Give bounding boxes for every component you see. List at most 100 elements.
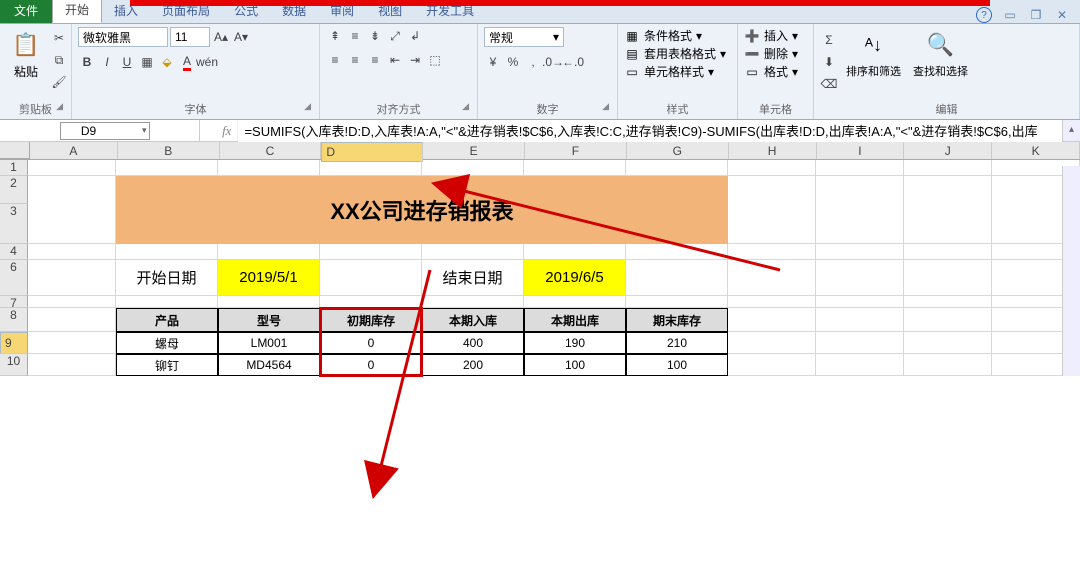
table-format-button[interactable]: ▤套用表格格式▾ — [624, 45, 726, 62]
orientation-icon[interactable]: ⤢ — [386, 27, 404, 45]
cut-icon[interactable]: ✂ — [50, 29, 68, 47]
align-middle-icon[interactable]: ≡ — [346, 27, 364, 45]
italic-button[interactable]: I — [98, 53, 116, 71]
start-date-label[interactable]: 开始日期 — [116, 260, 218, 296]
cell[interactable] — [28, 160, 116, 176]
dialog-launcher-icon[interactable]: ◢ — [56, 101, 63, 112]
window-close-icon[interactable]: ✕ — [1054, 7, 1070, 23]
fill-color-button[interactable]: ⬙ — [158, 53, 176, 71]
table-header[interactable]: 本期入库 — [422, 308, 524, 332]
font-color-button[interactable]: A — [178, 53, 196, 71]
minimize-ribbon-icon[interactable]: ▭ — [1002, 7, 1018, 23]
col-header[interactable]: J — [904, 142, 992, 159]
row-header[interactable]: 9 — [0, 332, 28, 354]
bold-button[interactable]: B — [78, 53, 96, 71]
tab-start[interactable]: 开始 — [52, 0, 102, 23]
tab-file[interactable]: 文件 — [0, 0, 52, 23]
col-header[interactable]: A — [30, 142, 118, 159]
font-name-select[interactable]: 微软雅黑 — [78, 27, 168, 47]
number-format-select[interactable]: 常规▾ — [484, 27, 564, 47]
align-top-icon[interactable]: ⇞ — [326, 27, 344, 45]
align-center-icon[interactable]: ≡ — [346, 51, 364, 69]
copy-icon[interactable]: ⧉ — [50, 51, 68, 69]
font-size-select[interactable]: 11 — [170, 27, 210, 47]
fx-icon[interactable]: fx — [222, 123, 231, 139]
col-header[interactable]: G — [627, 142, 729, 159]
comma-icon[interactable]: , — [524, 53, 542, 71]
inc-decimal-icon[interactable]: .0→ — [544, 53, 562, 71]
dialog-launcher-icon[interactable]: ◢ — [462, 101, 469, 112]
end-date-value[interactable]: 2019/6/5 — [524, 260, 626, 296]
table-cell[interactable]: 0 — [320, 354, 422, 376]
vertical-scrollbar[interactable] — [1062, 166, 1080, 376]
underline-button[interactable]: U — [118, 53, 136, 71]
find-select-button[interactable]: 🔍 查找和选择 — [909, 27, 972, 81]
col-header[interactable]: H — [729, 142, 817, 159]
row-header[interactable]: 1 — [0, 160, 28, 176]
row-header[interactable]: 7 — [0, 296, 28, 308]
dialog-launcher-icon[interactable]: ◢ — [304, 101, 311, 112]
table-cell[interactable]: 190 — [524, 332, 626, 354]
merge-icon[interactable]: ⬚ — [426, 51, 444, 69]
table-cell[interactable]: 100 — [626, 354, 728, 376]
dialog-launcher-icon[interactable]: ◢ — [602, 101, 609, 112]
row-header[interactable]: 3 — [0, 204, 28, 244]
align-right-icon[interactable]: ≡ — [366, 51, 384, 69]
currency-icon[interactable]: ¥ — [484, 53, 502, 71]
border-button[interactable]: ▦ — [138, 53, 156, 71]
cell-style-button[interactable]: ▭单元格样式▾ — [624, 63, 726, 80]
col-header[interactable]: D — [321, 142, 423, 162]
row-header[interactable]: 4 — [0, 244, 28, 260]
delete-cells-button[interactable]: ➖删除▾ — [744, 45, 798, 62]
conditional-format-button[interactable]: ▦条件格式▾ — [624, 27, 726, 44]
phonetic-button[interactable]: wén — [198, 53, 216, 71]
table-cell[interactable]: 200 — [422, 354, 524, 376]
insert-cells-button[interactable]: ➕插入▾ — [744, 27, 798, 44]
row-header[interactable]: 6 — [0, 260, 28, 296]
percent-icon[interactable]: % — [504, 53, 522, 71]
dec-decimal-icon[interactable]: ←.0 — [564, 53, 582, 71]
wrap-text-icon[interactable]: ↲ — [406, 27, 424, 45]
table-header[interactable]: 本期出库 — [524, 308, 626, 332]
table-header[interactable]: 产品 — [116, 308, 218, 332]
help-icon[interactable]: ? — [976, 7, 992, 23]
col-header[interactable]: B — [118, 142, 220, 159]
start-date-value[interactable]: 2019/5/1 — [218, 260, 320, 296]
align-left-icon[interactable]: ≡ — [326, 51, 344, 69]
paste-button[interactable]: 📋 粘贴 — [6, 27, 46, 82]
col-header[interactable]: E — [423, 142, 525, 159]
table-cell[interactable]: 螺母 — [116, 332, 218, 354]
align-bottom-icon[interactable]: ⇟ — [366, 27, 384, 45]
end-date-label[interactable]: 结束日期 — [422, 260, 524, 296]
active-cell[interactable]: 0 — [320, 332, 422, 354]
shrink-font-icon[interactable]: A▾ — [232, 28, 250, 46]
table-cell[interactable]: 400 — [422, 332, 524, 354]
grow-font-icon[interactable]: A▴ — [212, 28, 230, 46]
report-title[interactable]: XX公司进存销报表 — [116, 176, 728, 244]
col-header[interactable]: K — [992, 142, 1080, 159]
collapse-formula-icon[interactable]: ▴ — [1062, 120, 1080, 141]
sort-filter-button[interactable]: ᴬ↓ 排序和筛选 — [842, 27, 905, 81]
table-header[interactable]: 型号 — [218, 308, 320, 332]
col-header[interactable]: I — [817, 142, 905, 159]
fill-icon[interactable]: ⬇ — [820, 53, 838, 71]
table-header[interactable]: 初期库存 — [320, 308, 422, 332]
window-restore-icon[interactable]: ❐ — [1028, 7, 1044, 23]
format-cells-button[interactable]: ▭格式▾ — [744, 63, 798, 80]
select-all-corner[interactable] — [0, 142, 30, 159]
indent-dec-icon[interactable]: ⇤ — [386, 51, 404, 69]
row-header[interactable]: 10 — [0, 354, 28, 376]
table-cell[interactable]: 铆钉 — [116, 354, 218, 376]
table-header[interactable]: 期末库存 — [626, 308, 728, 332]
format-painter-icon[interactable]: 🖌 — [50, 73, 68, 91]
table-cell[interactable]: LM001 — [218, 332, 320, 354]
name-box[interactable]: D9▾ — [60, 122, 150, 140]
row-header[interactable]: 2 — [0, 176, 28, 204]
row-header[interactable]: 8 — [0, 308, 28, 332]
table-cell[interactable]: 100 — [524, 354, 626, 376]
table-cell[interactable]: MD4564 — [218, 354, 320, 376]
autosum-icon[interactable]: Σ — [820, 31, 838, 49]
indent-inc-icon[interactable]: ⇥ — [406, 51, 424, 69]
col-header[interactable]: C — [220, 142, 322, 159]
clear-icon[interactable]: ⌫ — [820, 75, 838, 93]
